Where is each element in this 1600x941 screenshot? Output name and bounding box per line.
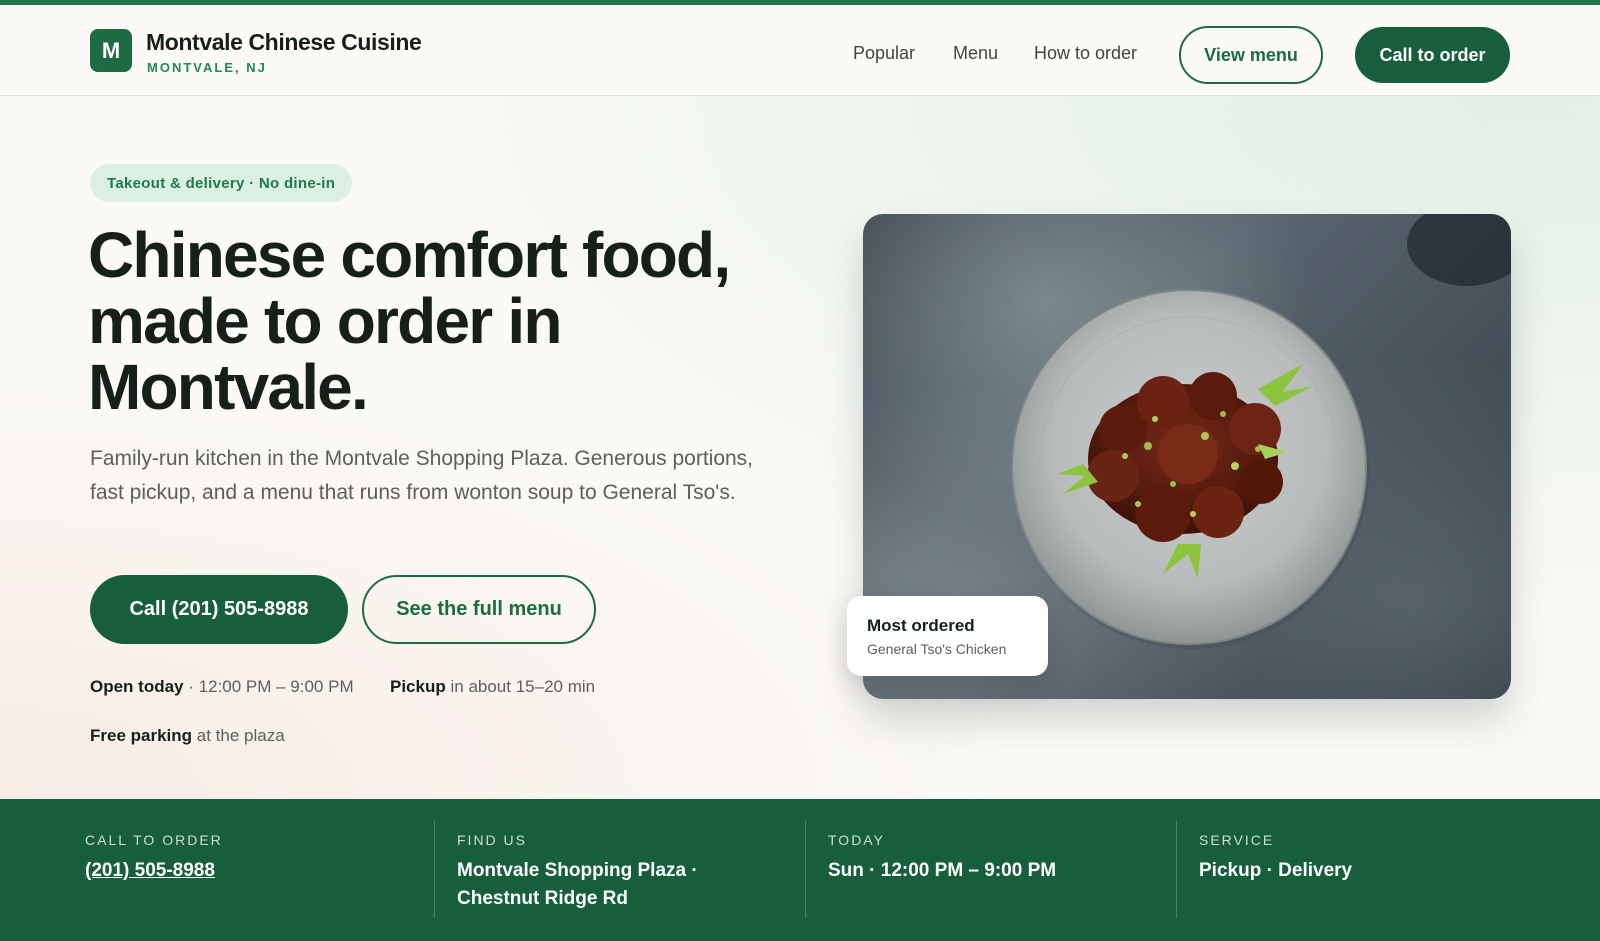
band-today-label: TODAY bbox=[828, 832, 885, 848]
logo-icon[interactable]: M bbox=[90, 29, 132, 72]
site-header: M Montvale Chinese Cuisine MONTVALE, NJ … bbox=[0, 5, 1600, 96]
open-value: · 12:00 PM – 9:00 PM bbox=[188, 677, 354, 696]
see-full-menu-button[interactable]: See the full menu bbox=[362, 575, 596, 644]
band-find-column: FIND US Montvale Shopping Plaza · Chestn… bbox=[457, 799, 787, 941]
band-divider bbox=[1176, 821, 1177, 918]
parking-label: Free parking bbox=[90, 726, 193, 745]
open-hours-info: Open today · 12:00 PM – 9:00 PM bbox=[90, 677, 354, 697]
band-find-label: FIND US bbox=[457, 832, 527, 848]
band-call-column: CALL TO ORDER (201) 505-8988 bbox=[85, 799, 405, 941]
band-service-column: SERVICE Pickup · Delivery bbox=[1199, 799, 1529, 941]
band-today-column: TODAY Sun · 12:00 PM – 9:00 PM bbox=[828, 799, 1158, 941]
info-band: CALL TO ORDER (201) 505-8988 FIND US Mon… bbox=[0, 799, 1600, 941]
band-hours: Sun · 12:00 PM – 9:00 PM bbox=[828, 860, 1057, 881]
nav-link-how-to-order[interactable]: How to order bbox=[1034, 43, 1137, 64]
parking-value: at the plaza bbox=[196, 726, 285, 745]
pickup-value: in about 15–20 min bbox=[450, 677, 596, 696]
band-divider bbox=[434, 821, 435, 918]
call-phone-button[interactable]: Call (201) 505-8988 bbox=[90, 575, 348, 644]
hero-headline: Chinese comfort food, made to order in M… bbox=[88, 219, 731, 423]
call-to-order-button[interactable]: Call to order bbox=[1355, 27, 1510, 83]
band-service-value: Pickup · Delivery bbox=[1199, 860, 1353, 881]
badge-title: Most ordered bbox=[867, 616, 975, 635]
band-divider bbox=[805, 821, 806, 918]
parking-info: Free parking at the plaza bbox=[90, 726, 285, 746]
band-call-label: CALL TO ORDER bbox=[85, 832, 223, 848]
nav-link-menu[interactable]: Menu bbox=[953, 43, 998, 64]
badge-dish-name: General Tso's Chicken bbox=[867, 641, 1007, 657]
band-address: Montvale Shopping Plaza · Chestnut Ridge… bbox=[457, 860, 698, 909]
nav-link-popular[interactable]: Popular bbox=[853, 43, 915, 64]
pickup-label: Pickup bbox=[390, 677, 446, 696]
view-menu-button[interactable]: View menu bbox=[1179, 26, 1323, 84]
pickup-info: Pickup in about 15–20 min bbox=[390, 677, 595, 697]
service-pill: Takeout & delivery · No dine-in bbox=[90, 164, 353, 202]
hero-subcopy: Family-run kitchen in the Montvale Shopp… bbox=[90, 447, 754, 504]
most-ordered-badge: Most ordered General Tso's Chicken bbox=[847, 596, 1048, 676]
brand-location: MONTVALE, NJ bbox=[147, 60, 267, 75]
band-phone-link[interactable]: (201) 505-8988 bbox=[85, 857, 215, 885]
open-label: Open today bbox=[90, 677, 184, 696]
brand-name[interactable]: Montvale Chinese Cuisine bbox=[146, 29, 422, 56]
band-service-label: SERVICE bbox=[1199, 832, 1275, 848]
